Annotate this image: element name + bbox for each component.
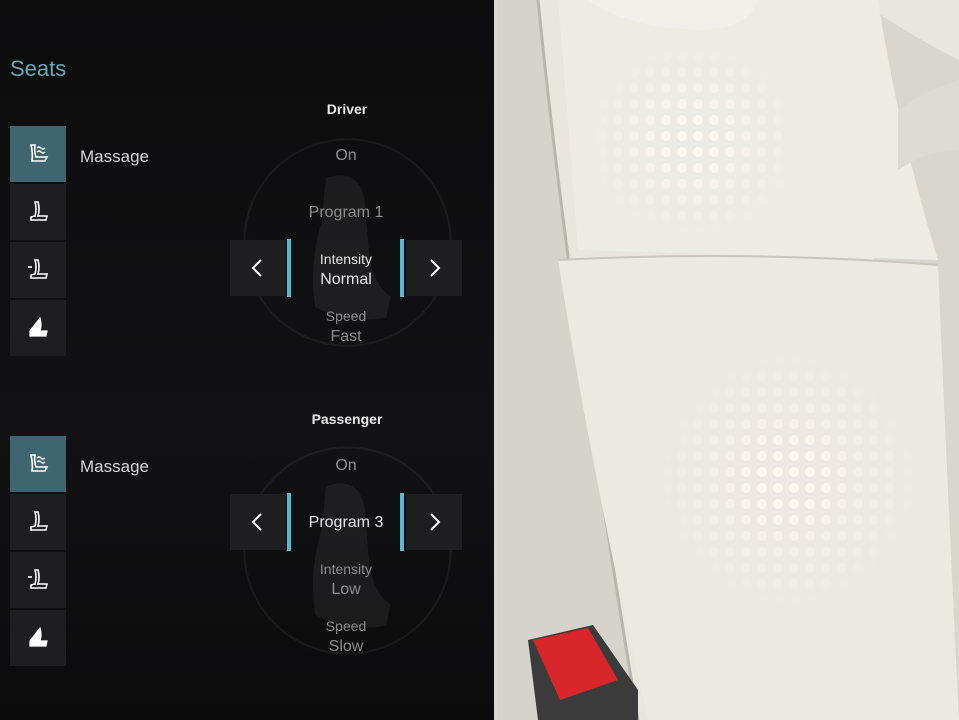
passenger-intensity-label: Intensity [319,561,373,577]
passenger-massage-value[interactable]: On [230,455,462,477]
seat-cushion-photo [498,0,959,720]
driver-speed-label: Speed [325,308,367,324]
page-title: Seats [10,56,67,81]
seats-screen: Seats Driver Massage On Program 1 Intens… [0,0,494,720]
passenger-speed[interactable]: Speed Slow [230,616,462,658]
passenger-seat-settings-button[interactable] [10,494,66,550]
passenger-speed-label: Speed [325,618,367,634]
seat-heat-icon [29,316,48,337]
chevron-right-icon [430,259,441,277]
driver-intensity-value: Normal [320,271,372,288]
passenger-massage-seat-button[interactable] [10,436,66,492]
massage-seat-icon [29,144,49,162]
seat-adjust-icon [28,569,49,589]
driver-massage-label: Massage [80,147,149,166]
passenger-speed-value: Slow [328,638,364,655]
passenger-intensity[interactable]: Intensity Low [230,559,462,601]
seat-heat-button[interactable] [10,300,66,356]
seat-adjust-icon [28,259,49,279]
passenger-next-button[interactable] [406,494,462,550]
driver-next-button[interactable] [406,240,462,296]
driver-heading: Driver [326,101,368,117]
driver-massage-value[interactable]: On [230,145,462,167]
driver-program-value[interactable]: Program 1 [230,202,462,224]
passenger-massage-label: Massage [80,457,149,476]
driver-selection-right-bar [400,239,404,297]
passenger-seat-adjust-button[interactable] [10,552,66,608]
passenger-selection-right-bar [400,493,404,551]
seat-heat-icon [29,626,48,647]
passenger-heading: Passenger [311,411,383,427]
seat-adjust-button[interactable] [10,242,66,298]
seat-icon [30,201,49,221]
driver-speed-value: Fast [330,328,362,345]
massage-seat-icon [29,454,49,472]
massage-seat-button[interactable] [10,126,66,182]
chevron-right-icon [430,513,441,531]
passenger-seat-heat-button[interactable] [10,610,66,666]
driver-speed[interactable]: Speed Fast [230,306,462,348]
passenger-intensity-value: Low [331,581,361,598]
seat-illustration [498,0,959,720]
seat-settings-button[interactable] [10,184,66,240]
seat-icon [30,511,49,531]
